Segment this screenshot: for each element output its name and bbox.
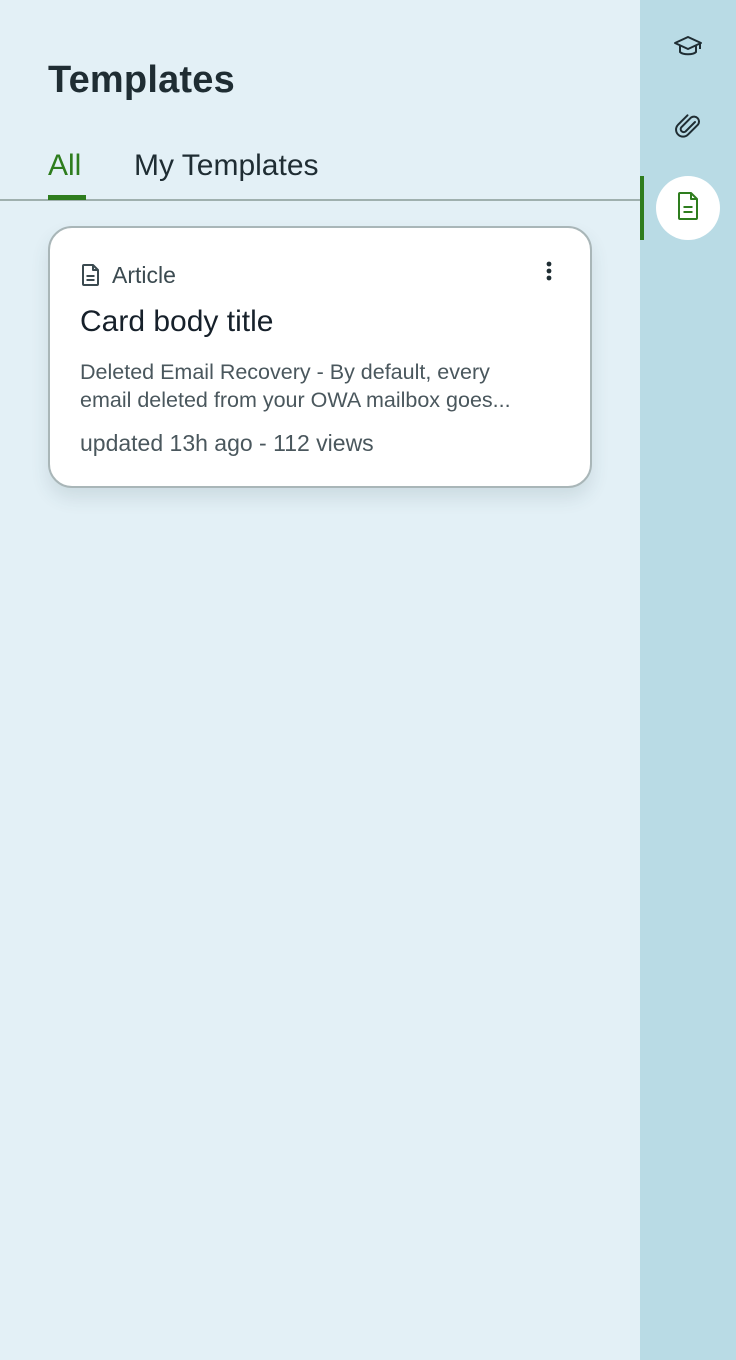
card-type-label: Article xyxy=(112,261,176,288)
sidebar-active-indicator xyxy=(640,176,644,240)
active-tab-indicator xyxy=(48,195,86,200)
card-description: Deleted Email Recovery - By default, eve… xyxy=(80,358,560,414)
template-card[interactable]: Article Card body title Deleted Email Re… xyxy=(48,226,592,488)
sidebar-item-templates[interactable] xyxy=(656,176,720,240)
tab-all[interactable]: All xyxy=(48,148,81,198)
sidebar-item-learning[interactable] xyxy=(656,16,720,80)
card-meta: updated 13h ago - 112 views xyxy=(80,430,374,456)
sidebar-item-attachments[interactable] xyxy=(656,96,720,160)
card-type: Article xyxy=(80,260,176,290)
card-description-line: email deleted from your OWA mailbox goes… xyxy=(80,388,511,412)
more-options-button[interactable] xyxy=(534,258,564,288)
card-description-line: Deleted Email Recovery - By default, eve… xyxy=(80,360,490,384)
graduation-cap-icon xyxy=(673,34,703,63)
paperclip-icon xyxy=(674,110,702,147)
document-icon xyxy=(80,263,102,287)
more-vertical-icon xyxy=(545,261,553,286)
main-panel: Templates All My Templates Article Card … xyxy=(0,0,640,1360)
document-icon xyxy=(675,191,701,226)
right-sidebar xyxy=(640,0,736,1360)
page-title: Templates xyxy=(48,59,235,101)
tab-bar: All My Templates xyxy=(0,140,640,201)
tab-my-templates[interactable]: My Templates xyxy=(134,148,319,198)
card-title: Card body title xyxy=(80,305,274,338)
